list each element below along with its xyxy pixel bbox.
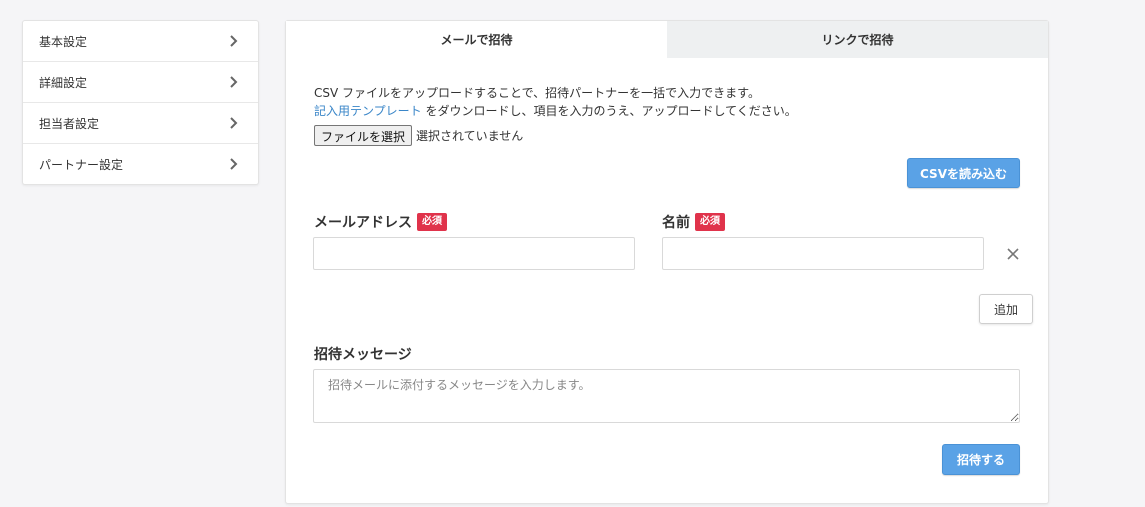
- chevron-right-icon: [230, 35, 238, 47]
- required-badge: 必須: [695, 213, 725, 231]
- chevron-right-icon: [230, 117, 238, 129]
- sidebar-item-label: 基本設定: [39, 34, 88, 49]
- email-input[interactable]: [313, 237, 635, 270]
- invite-tabs: メールで招待 リンクで招待: [286, 21, 1048, 58]
- template-download-link[interactable]: 記入用テンプレート: [314, 104, 422, 118]
- tab-invite-by-link[interactable]: リンクで招待: [667, 21, 1048, 58]
- chevron-right-icon: [230, 158, 238, 170]
- choose-file-button[interactable]: ファイルを選択: [314, 125, 413, 146]
- chevron-right-icon: [230, 76, 238, 88]
- name-label: 名前 必須: [662, 212, 725, 232]
- file-status-text: 選択されていません: [416, 129, 524, 143]
- message-label: 招待メッセージ: [314, 344, 412, 364]
- name-input[interactable]: [662, 237, 984, 270]
- sidebar-item-basic-settings[interactable]: 基本設定: [23, 21, 258, 62]
- email-label-text: メールアドレス: [314, 215, 412, 231]
- close-icon[interactable]: [1006, 247, 1020, 261]
- invite-card: メールで招待 リンクで招待 CSV ファイルをアップロードすることで、招待パート…: [285, 20, 1049, 504]
- tab-invite-by-email[interactable]: メールで招待: [286, 21, 667, 58]
- required-badge: 必須: [417, 213, 447, 231]
- add-row-button[interactable]: 追加: [979, 294, 1033, 324]
- import-csv-button[interactable]: CSVを読み込む: [907, 158, 1020, 188]
- csv-description: CSV ファイルをアップロードすることで、招待パートナーを一括で入力できます。 …: [314, 84, 797, 120]
- csv-description-line1: CSV ファイルをアップロードすることで、招待パートナーを一括で入力できます。: [314, 86, 760, 100]
- csv-description-line2-text: をダウンロードし、項目を入力のうえ、アップロードしてください。: [421, 104, 797, 118]
- file-picker: ファイルを選択 選択されていません: [314, 125, 523, 146]
- email-label: メールアドレス 必須: [314, 212, 447, 232]
- settings-sidebar: 基本設定 詳細設定 担当者設定 パートナー設定: [22, 20, 259, 185]
- sidebar-item-label: 担当者設定: [39, 116, 100, 131]
- sidebar-item-advanced-settings[interactable]: 詳細設定: [23, 62, 258, 103]
- sidebar-item-staff-settings[interactable]: 担当者設定: [23, 103, 258, 144]
- sidebar-item-label: 詳細設定: [39, 75, 88, 90]
- sidebar-item-label: パートナー設定: [39, 157, 124, 172]
- invite-message-textarea[interactable]: [313, 369, 1020, 423]
- message-label-text: 招待メッセージ: [314, 347, 412, 363]
- name-label-text: 名前: [662, 215, 690, 231]
- sidebar-item-partner-settings[interactable]: パートナー設定: [23, 144, 258, 184]
- csv-description-line2: 記入用テンプレート をダウンロードし、項目を入力のうえ、アップロードしてください…: [314, 102, 797, 120]
- invite-button[interactable]: 招待する: [942, 444, 1020, 475]
